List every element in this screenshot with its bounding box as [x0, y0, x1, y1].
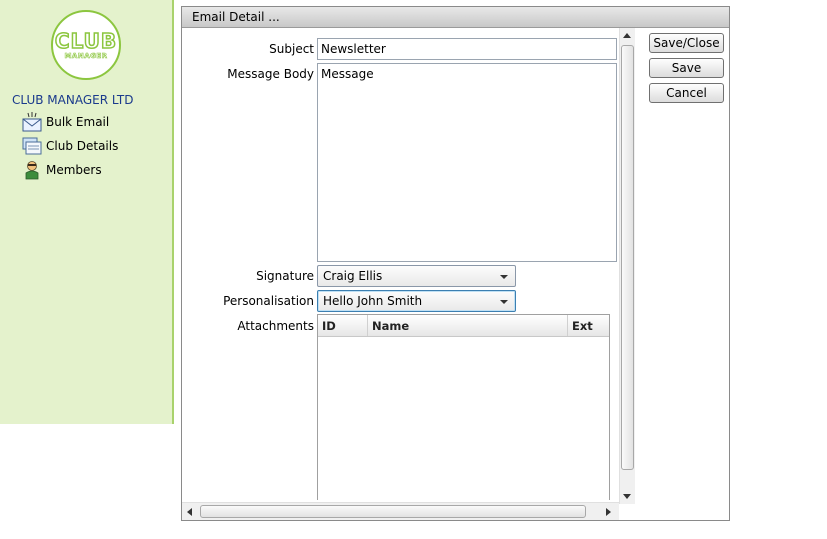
- save-button[interactable]: Save: [649, 58, 724, 78]
- company-name: CLUB MANAGER LTD: [12, 93, 134, 107]
- message-body-field[interactable]: Message: [317, 63, 617, 262]
- member-icon: [22, 160, 42, 180]
- horizontal-scroll-thumb[interactable]: [200, 505, 586, 518]
- vertical-scroll-thumb[interactable]: [621, 45, 634, 470]
- sidebar-item-bulk-email[interactable]: Bulk Email: [22, 112, 109, 132]
- logo-line2: MANAGER: [64, 52, 108, 61]
- sidebar-item-label: Members: [46, 163, 102, 177]
- horizontal-scrollbar[interactable]: [182, 502, 619, 520]
- scroll-left-arrow-icon[interactable]: [187, 508, 192, 516]
- cancel-button[interactable]: Cancel: [649, 83, 724, 103]
- signature-value: Craig Ellis: [323, 269, 383, 283]
- chevron-down-icon: [500, 275, 508, 279]
- sidebar-item-label: Club Details: [46, 139, 119, 153]
- signature-select[interactable]: Craig Ellis: [317, 265, 516, 287]
- email-detail-dialog: Email Detail ... Subject Newsletter Mess…: [181, 6, 730, 521]
- club-manager-logo: CLUB MANAGER: [51, 10, 121, 80]
- signature-label: Signature: [256, 269, 314, 283]
- envelope-icon: [22, 112, 42, 132]
- attachments-grid[interactable]: ID Name Ext: [317, 314, 610, 500]
- personalisation-label: Personalisation: [223, 294, 314, 308]
- column-header-name[interactable]: Name: [368, 315, 568, 336]
- vertical-scrollbar[interactable]: [619, 28, 635, 504]
- club-details-icon: [22, 136, 42, 156]
- personalisation-select[interactable]: Hello John Smith: [317, 290, 516, 312]
- subject-label: Subject: [269, 42, 314, 56]
- column-header-ext[interactable]: Ext: [568, 315, 608, 336]
- sidebar: CLUB MANAGER CLUB MANAGER LTD Bulk Email…: [0, 0, 174, 424]
- sidebar-item-label: Bulk Email: [46, 115, 110, 129]
- save-close-button[interactable]: Save/Close: [649, 33, 724, 53]
- scroll-down-arrow-icon[interactable]: [623, 494, 631, 499]
- attachments-label: Attachments: [237, 319, 314, 333]
- sidebar-item-members[interactable]: Members: [22, 160, 102, 180]
- chevron-down-icon: [500, 300, 508, 304]
- dialog-content: Subject Newsletter Message Body Message …: [182, 28, 634, 500]
- scroll-right-arrow-icon[interactable]: [606, 508, 611, 516]
- sidebar-item-club-details[interactable]: Club Details: [22, 136, 118, 156]
- subject-field[interactable]: Newsletter: [317, 38, 617, 60]
- logo-line1: CLUB: [54, 29, 118, 53]
- message-body-label: Message Body: [227, 67, 314, 81]
- scroll-up-arrow-icon[interactable]: [623, 33, 631, 38]
- attachments-grid-header: ID Name Ext: [318, 315, 609, 337]
- column-header-id[interactable]: ID: [318, 315, 368, 336]
- dialog-title: Email Detail ...: [182, 7, 729, 28]
- personalisation-value: Hello John Smith: [323, 294, 423, 308]
